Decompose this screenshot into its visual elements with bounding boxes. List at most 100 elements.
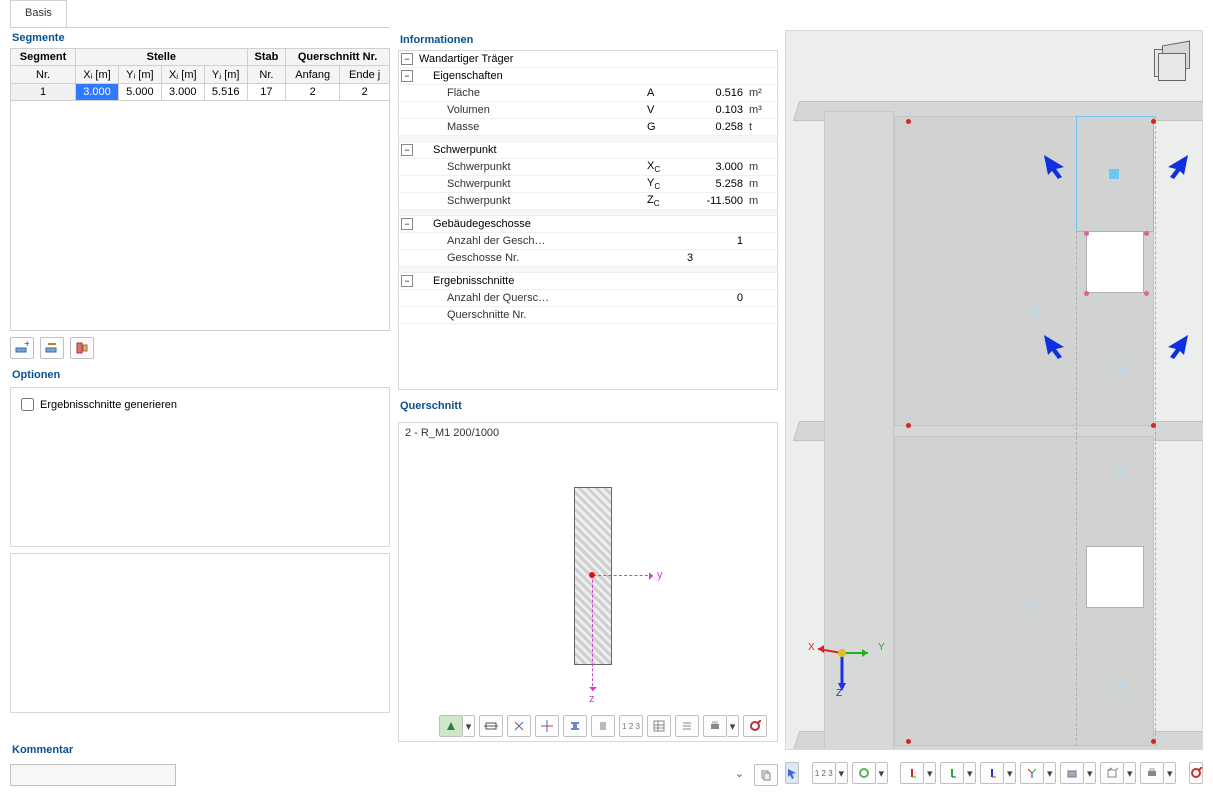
arrow-icon <box>1040 151 1070 181</box>
cell-xi[interactable]: 3.000 <box>76 84 119 101</box>
view-btn-view-y[interactable] <box>940 762 964 784</box>
cell-xj[interactable]: 3.000 <box>161 84 204 101</box>
axis-z-label: z <box>589 693 595 705</box>
qs-btn-principal[interactable] <box>535 715 559 737</box>
segmente-table[interactable]: Segment Stelle Stab Querschnitt Nr. Nr. … <box>10 48 390 101</box>
toggle-icon[interactable]: − <box>401 70 413 82</box>
edit-segment-button[interactable] <box>40 337 64 359</box>
segmente-empty-area <box>10 101 390 331</box>
qs-btn-ibeam[interactable] <box>563 715 587 737</box>
axis-z <box>592 575 593 691</box>
chevron-down-icon: ⌄ <box>735 767 744 780</box>
cell-nr[interactable]: 1 <box>11 84 76 101</box>
view-btn-reset[interactable] <box>1189 762 1203 784</box>
toggle-icon[interactable]: − <box>401 218 413 230</box>
hdr-yi: Yᵢ [m] <box>118 66 161 84</box>
ergebnisschnitte-checkbox[interactable] <box>21 398 34 411</box>
x-mark: ✕ <box>1114 361 1129 382</box>
toggle-icon[interactable]: − <box>401 275 413 287</box>
hdr-segment: Segment <box>11 49 76 66</box>
view-btn-render[interactable] <box>1060 762 1084 784</box>
qs-btn-dimensions[interactable] <box>479 715 503 737</box>
add-segment-button[interactable]: + <box>10 337 34 359</box>
qs-btn-1[interactable] <box>439 715 463 737</box>
view-dd-numbering[interactable]: ▾ <box>836 762 848 784</box>
informationen-title: Informationen <box>398 30 778 50</box>
querschnitt-canvas[interactable]: y z <box>399 447 777 713</box>
node-dot <box>906 739 911 744</box>
informationen-tree[interactable]: − Wandartiger Träger − Eigenschaften Flä… <box>398 50 778 390</box>
view-btn-select[interactable] <box>785 762 799 784</box>
qs-btn-list[interactable] <box>675 715 699 737</box>
optionen-panel-2 <box>10 553 390 713</box>
tree-geschosse[interactable]: − Gebäudegeschosse <box>399 216 777 233</box>
cell-ende[interactable]: 2 <box>340 84 390 101</box>
kommentar-input[interactable] <box>10 764 176 786</box>
tab-strip: Basis <box>10 0 390 28</box>
toggle-icon[interactable]: − <box>401 144 413 156</box>
ergebnisschnitte-checkbox-row[interactable]: Ergebnisschnitte generieren <box>17 394 383 415</box>
cell-yj[interactable]: 5.516 <box>204 84 247 101</box>
tree-schwerpunkt[interactable]: − Schwerpunkt <box>399 142 777 159</box>
tree-eigenschaften[interactable]: − Eigenschaften <box>399 68 777 85</box>
tree-ergebnisschnitte[interactable]: − Ergebnisschnitte <box>399 273 777 290</box>
view-btn-print[interactable] <box>1140 762 1164 784</box>
view-btn-wire[interactable] <box>1100 762 1124 784</box>
view-dd-y[interactable]: ▾ <box>964 762 976 784</box>
kommentar-title: Kommentar <box>10 740 778 760</box>
view-btn-iso[interactable] <box>1020 762 1044 784</box>
selection-handle[interactable] <box>1109 169 1119 179</box>
view-dd-render[interactable]: ▾ <box>1084 762 1096 784</box>
querschnitt-name: 2 - R_M1 200/1000 <box>399 423 777 443</box>
node-dot <box>1151 423 1156 428</box>
opening-upper <box>1086 231 1144 293</box>
node-dot <box>1151 739 1156 744</box>
tree-masse: Masse G 0.258 t <box>399 119 777 136</box>
arrow-icon <box>1162 331 1192 361</box>
cell-stab[interactable]: 17 <box>247 84 286 101</box>
querschnitt-title: Querschnitt <box>398 396 778 416</box>
node-dot <box>1144 291 1149 296</box>
x-mark: ✕ <box>1114 676 1129 697</box>
table-row[interactable]: 1 3.000 5.000 3.000 5.516 17 2 2 <box>11 84 390 101</box>
tree-anz-qs: Anzahl der Quersc… 0 <box>399 290 777 307</box>
view-dd-iso[interactable]: ▾ <box>1044 762 1056 784</box>
node-dot <box>1084 291 1089 296</box>
tab-basis[interactable]: Basis <box>10 0 67 27</box>
node-dot <box>1151 119 1156 124</box>
x-mark: ✕ <box>1114 461 1129 482</box>
tree-gesch-nr: Geschosse Nr. 3 <box>399 250 777 267</box>
cell-yi[interactable]: 5.000 <box>118 84 161 101</box>
hdr-xj: Xⱼ [m] <box>161 66 204 84</box>
segmente-toolbar: + <box>10 331 390 365</box>
qs-btn-reset[interactable] <box>743 715 767 737</box>
kommentar-copy-button[interactable] <box>754 764 778 786</box>
view-dd-z[interactable]: ▾ <box>1004 762 1016 784</box>
qs-dd-print[interactable]: ▾ <box>727 715 739 737</box>
qs-btn-values[interactable]: 1 2 3 <box>619 715 643 737</box>
qs-btn-table[interactable] <box>647 715 671 737</box>
view-btn-view-z[interactable] <box>980 762 1004 784</box>
nav-cube[interactable] <box>1148 39 1194 85</box>
view-dd-wire[interactable]: ▾ <box>1124 762 1136 784</box>
qs-btn-axes[interactable] <box>507 715 531 737</box>
view-btn-view-x[interactable] <box>900 762 924 784</box>
qs-btn-print[interactable] <box>703 715 727 737</box>
view-dd-x[interactable]: ▾ <box>924 762 936 784</box>
ergebnisschnitte-label: Ergebnisschnitte generieren <box>40 399 177 411</box>
view-dd-print[interactable]: ▾ <box>1164 762 1176 784</box>
delete-segment-button[interactable] <box>70 337 94 359</box>
axis-origin <box>589 572 595 578</box>
toggle-icon[interactable]: − <box>401 53 413 65</box>
tree-qs-nr: Querschnitte Nr. <box>399 307 777 324</box>
view-dd-persp[interactable]: ▾ <box>876 762 888 784</box>
tree-flaeche: Fläche A 0.516 m² <box>399 85 777 102</box>
querschnitt-toolbar: ▾ 1 2 3 ▾ <box>439 715 767 737</box>
tree-wandartiger-traeger[interactable]: − Wandartiger Träger <box>399 51 777 68</box>
cell-anfang[interactable]: 2 <box>286 84 340 101</box>
view-btn-numbering[interactable]: 1 2 3 <box>812 762 836 784</box>
qs-dd-1[interactable]: ▾ <box>463 715 475 737</box>
model-view-3d[interactable]: ✕ ✕ ✕ ✕ ✕ <box>785 30 1203 750</box>
view-btn-perspective[interactable] <box>852 762 876 784</box>
qs-btn-solid[interactable] <box>591 715 615 737</box>
